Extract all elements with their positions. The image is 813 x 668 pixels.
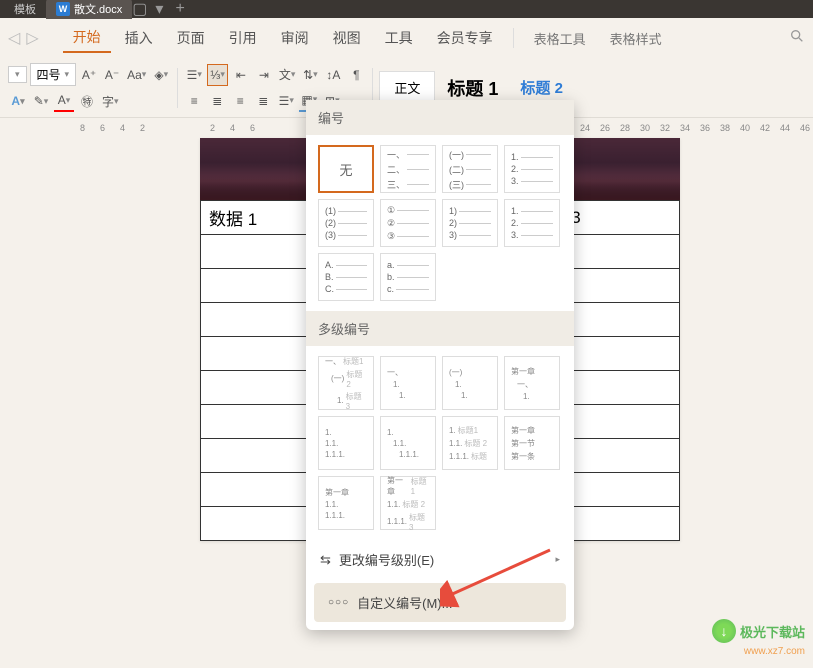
chevron-right-icon: ▸ <box>555 554 560 565</box>
menu-insert[interactable]: 插入 <box>115 24 163 52</box>
word-icon: W <box>56 2 70 16</box>
tab-controls: ▢ ▾ <box>132 0 163 19</box>
multilevel-option-5[interactable]: 1. 1.1. 1.1.1. <box>318 416 374 470</box>
multilevel-option-2[interactable]: 一、 1. 1. <box>380 356 436 410</box>
add-tab-button[interactable]: + <box>175 0 184 18</box>
change-level-label: 更改编号级别(E) <box>339 550 434 569</box>
bullets-button[interactable]: ☰▾ <box>184 64 204 86</box>
multilevel-option-8[interactable]: 第一章 第一节 第一条 <box>504 416 560 470</box>
multilevel-option-9[interactable]: 第一章 1.1. 1.1.1. <box>318 476 374 530</box>
circle-text-button[interactable]: ㊕ <box>77 90 97 112</box>
align-right-button[interactable]: ≡ <box>230 90 250 112</box>
menu-page[interactable]: 页面 <box>167 24 215 52</box>
titlebar: 模板 W 散文.docx ▢ ▾ + <box>0 0 813 18</box>
change-case-button[interactable]: Aa▾ <box>125 64 148 86</box>
custom-numbering-action[interactable]: ○○○ 自定义编号(M)... <box>314 583 566 622</box>
template-tab[interactable]: 模板 <box>8 0 42 19</box>
multilevel-grid: 一、标题1 (一)标题 2 1.标题 3 一、 1. 1. (一) 1. 1. … <box>306 346 574 540</box>
sort-button[interactable]: ↕A <box>323 64 343 86</box>
multilevel-option-1[interactable]: 一、标题1 (一)标题 2 1.标题 3 <box>318 356 374 410</box>
document-tab[interactable]: W 散文.docx <box>46 0 132 19</box>
forward-icon[interactable]: ▷ <box>26 28 38 48</box>
separator <box>177 68 178 108</box>
back-icon[interactable]: ◁ <box>8 28 20 48</box>
monitor-icon[interactable]: ▢ <box>132 0 147 19</box>
decrease-font-button[interactable]: A⁻ <box>102 64 122 86</box>
numbering-option-lower-alpha[interactable]: a. b. c. <box>380 253 436 301</box>
numbering-popup: 编号 无 一、 二、 三、 (一) (二) (三) 1. 2. 3. (1) (… <box>306 100 574 630</box>
watermark-url: www.xz7.com <box>744 646 805 657</box>
justify-button[interactable]: ≣ <box>253 90 273 112</box>
text-effect-button[interactable]: A▾ <box>8 90 28 112</box>
numbering-option-paren-num[interactable]: (1) (2) (3) <box>318 199 374 247</box>
show-marks-button[interactable]: ¶ <box>346 64 366 86</box>
numbering-option-circled[interactable]: ① ② ③ <box>380 199 436 247</box>
header-cell-3[interactable]: 3 <box>563 201 680 235</box>
style-heading-2[interactable]: 标题 2 <box>510 73 573 102</box>
menu-tools[interactable]: 工具 <box>375 24 423 52</box>
font-dropdown[interactable]: ▾ <box>8 66 27 83</box>
dropdown-icon[interactable]: ▾ <box>155 0 163 19</box>
more-icon: ○○○ <box>328 597 349 608</box>
hierarchy-icon: ⇆ <box>320 552 331 568</box>
align-center-button[interactable]: ≣ <box>207 90 227 112</box>
custom-numbering-label: 自定义编号(M)... <box>357 593 452 612</box>
multilevel-option-10[interactable]: 第一章标题1 1.1.标题 2 1.1.1.标题 3 <box>380 476 436 530</box>
menu-reference[interactable]: 引用 <box>219 24 267 52</box>
phonetic-button[interactable]: 字▾ <box>100 90 121 112</box>
numbering-option-chinese[interactable]: 一、 二、 三、 <box>380 145 436 193</box>
numbering-none[interactable]: 无 <box>318 145 374 193</box>
numbering-option-upper-alpha[interactable]: A. B. C. <box>318 253 374 301</box>
menu-member[interactable]: 会员专享 <box>427 24 503 52</box>
simple-numbering-grid: 无 一、 二、 三、 (一) (二) (三) 1. 2. 3. (1) (2) … <box>306 135 574 311</box>
numbering-option-paren-chinese[interactable]: (一) (二) (三) <box>442 145 498 193</box>
multilevel-option-7[interactable]: 1.标题1 1.1.标题 2 1.1.1.标题 <box>442 416 498 470</box>
clear-format-button[interactable]: ◈▾ <box>151 64 171 86</box>
menu-view[interactable]: 视图 <box>323 24 371 52</box>
font-color-button[interactable]: A▾ <box>54 90 74 112</box>
numbering-button[interactable]: ⅓▾ <box>207 64 228 86</box>
tab-area: 模板 W 散文.docx ▢ ▾ + <box>8 0 185 19</box>
numbering-option-close-paren[interactable]: 1) 2) 3) <box>442 199 498 247</box>
watermark-text: 极光下载站 <box>740 622 805 641</box>
distribute-button[interactable]: ☰▾ <box>276 90 296 112</box>
numbering-option-decimal[interactable]: 1. 2. 3. <box>504 145 560 193</box>
menu-start[interactable]: 开始 <box>63 23 111 53</box>
line-spacing-button[interactable]: ⇅▾ <box>300 64 320 86</box>
numbering-option-decimal-2[interactable]: 1. 2. 3. <box>504 199 560 247</box>
highlight-button[interactable]: ✎▾ <box>31 90 51 112</box>
watermark-logo-icon: ↓ <box>712 619 736 643</box>
text-direction-button[interactable]: 文▾ <box>277 64 298 86</box>
multilevel-option-3[interactable]: (一) 1. 1. <box>442 356 498 410</box>
increase-font-button[interactable]: A⁺ <box>79 64 99 86</box>
font-size-dropdown[interactable]: 四号▾ <box>30 63 77 86</box>
menu-table-style[interactable]: 表格样式 <box>600 25 672 52</box>
watermark: ↓ 极光下载站 <box>712 619 805 643</box>
menu-table-tools[interactable]: 表格工具 <box>524 25 596 52</box>
document-name: 散文.docx <box>74 1 122 17</box>
multilevel-section-title: 多级编号 <box>306 311 574 346</box>
align-left-button[interactable]: ≡ <box>184 90 204 112</box>
menubar: ◁ ▷ 开始 插入 页面 引用 审阅 视图 工具 会员专享 表格工具 表格样式 <box>0 18 813 58</box>
menu-review[interactable]: 审阅 <box>271 24 319 52</box>
search-icon[interactable] <box>789 28 805 49</box>
nav-arrows: ◁ ▷ <box>8 28 39 48</box>
change-level-action[interactable]: ⇆ 更改编号级别(E) ▸ <box>306 540 574 579</box>
increase-indent-button[interactable]: ⇥ <box>254 64 274 86</box>
divider <box>513 28 514 48</box>
decrease-indent-button[interactable]: ⇤ <box>231 64 251 86</box>
popup-title: 编号 <box>306 100 574 135</box>
multilevel-option-4[interactable]: 第一章 一、 1. <box>504 356 560 410</box>
multilevel-option-6[interactable]: 1. 1.1. 1.1.1. <box>380 416 436 470</box>
